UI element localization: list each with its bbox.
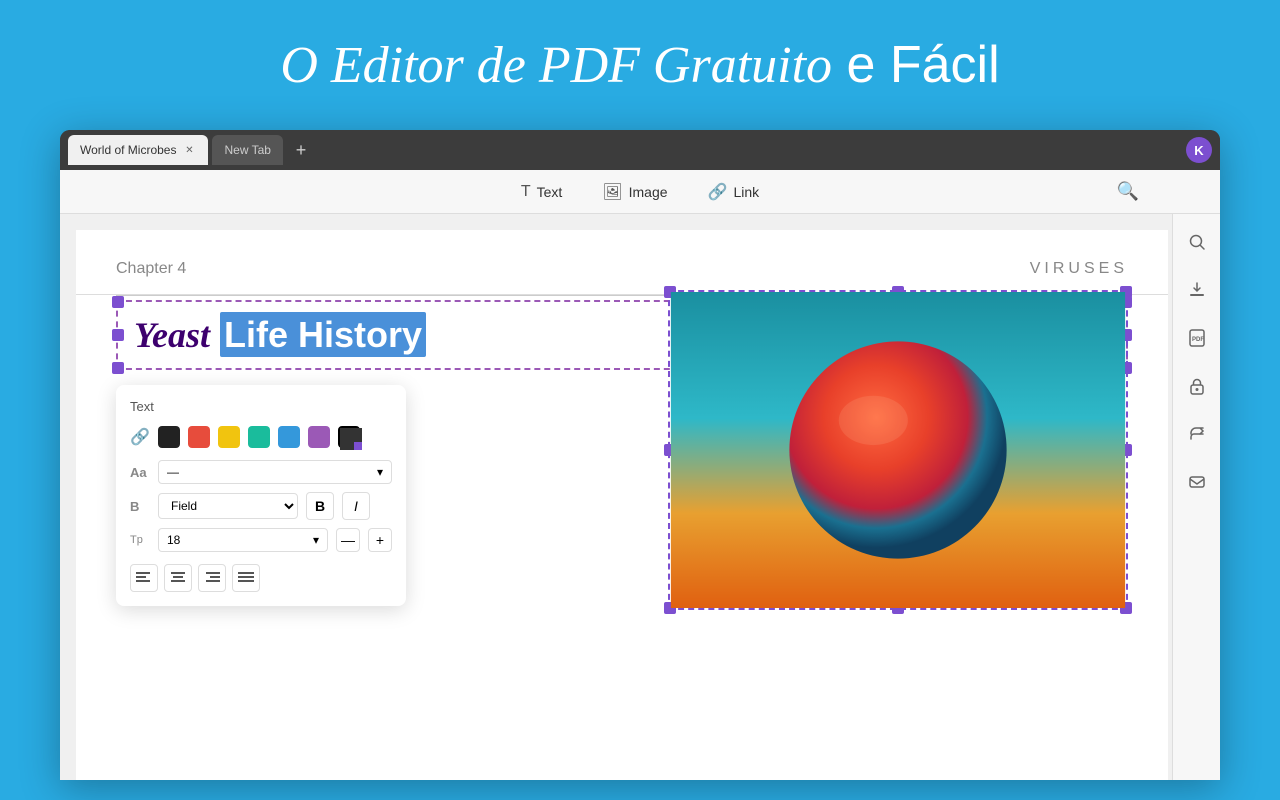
- color-custom[interactable]: [338, 426, 360, 448]
- color-red[interactable]: [188, 426, 210, 448]
- size-icon-label: Tp: [130, 534, 150, 546]
- chapter-header: Chapter 4 VIRUSES: [76, 230, 1168, 295]
- handle-bottom-left[interactable]: [112, 362, 124, 374]
- color-blue[interactable]: [278, 426, 300, 448]
- dash-label: —: [167, 465, 179, 479]
- sphere-image: [670, 292, 1126, 608]
- sidebar-mail-button[interactable]: [1181, 466, 1213, 498]
- toolbar-image-label: Image: [629, 184, 668, 200]
- toolbar-link-label: Link: [733, 184, 759, 200]
- color-row: 🔗: [130, 426, 392, 448]
- color-black[interactable]: [158, 426, 180, 448]
- toolbar-text-label: Text: [537, 184, 563, 200]
- sidebar-search-button[interactable]: [1181, 226, 1213, 258]
- align-center-icon: [170, 572, 186, 584]
- text-format-panel: Text 🔗: [116, 385, 406, 606]
- dropdown-arrow: ▾: [377, 465, 383, 479]
- align-left-icon: [136, 572, 152, 584]
- sidebar-pdf-button[interactable]: PDF: [1181, 322, 1213, 354]
- editor-toolbar: T Text 🖼 Image 🔗 Link 🔍: [60, 170, 1220, 214]
- search-icon: [1188, 233, 1206, 251]
- download-icon: [1188, 281, 1206, 299]
- size-dropdown[interactable]: 18 ▾: [158, 528, 328, 552]
- color-yellow[interactable]: [218, 426, 240, 448]
- tab-active-label: World of Microbes: [80, 143, 176, 157]
- toolbar-text-button[interactable]: T Text: [513, 179, 570, 205]
- bold-icon: B: [130, 499, 150, 514]
- font-icon-label: Aa: [130, 465, 150, 480]
- size-increase-button[interactable]: +: [368, 528, 392, 552]
- size-row: Tp 18 ▾ — +: [130, 528, 392, 552]
- image-icon: 🖼: [602, 182, 622, 202]
- color-custom-icon: [340, 428, 362, 450]
- align-right-icon: [204, 572, 220, 584]
- tab-inactive-label: New Tab: [224, 143, 270, 157]
- avatar[interactable]: K: [1186, 137, 1212, 163]
- toolbar-link-button[interactable]: 🔗 Link: [700, 178, 768, 206]
- page-header: O Editor de PDF Gratuito e Fácil: [280, 35, 999, 95]
- browser-titlebar: World of Microbes ✕ New Tab + K: [60, 130, 1220, 170]
- handle-top-left[interactable]: [112, 296, 124, 308]
- align-justify-icon: [238, 572, 254, 584]
- sidebar-share-button[interactable]: [1181, 418, 1213, 450]
- align-center-button[interactable]: [164, 564, 192, 592]
- link-style-icon[interactable]: 🔗: [130, 427, 150, 447]
- heading-cursive: Yeast: [134, 315, 210, 355]
- image-element[interactable]: [668, 290, 1128, 610]
- share-icon: [1188, 425, 1206, 443]
- tab-inactive[interactable]: New Tab: [212, 135, 282, 165]
- chapter-label: Chapter 4: [116, 260, 186, 278]
- heading-text: Yeast Life History: [134, 314, 426, 355]
- size-dropdown-arrow: ▾: [313, 533, 319, 547]
- bold-button[interactable]: B: [306, 492, 334, 520]
- align-left-button[interactable]: [130, 564, 158, 592]
- content-area: Chapter 4 VIRUSES Yeast Life History: [60, 214, 1220, 780]
- font-row: Aa — ▾: [130, 460, 392, 484]
- color-purple[interactable]: [308, 426, 330, 448]
- sidebar-lock-button[interactable]: [1181, 370, 1213, 402]
- mail-icon: [1188, 473, 1206, 491]
- link-icon: 🔗: [708, 182, 728, 202]
- handle-middle-left[interactable]: [112, 329, 124, 341]
- size-decrease-button[interactable]: —: [336, 528, 360, 552]
- right-sidebar: PDF: [1172, 214, 1220, 780]
- search-toolbar-button[interactable]: 🔍: [1112, 176, 1144, 208]
- pdf-page: Chapter 4 VIRUSES Yeast Life History: [76, 230, 1168, 780]
- italic-button[interactable]: I: [342, 492, 370, 520]
- pdf-icon: PDF: [1188, 329, 1206, 347]
- tab-active[interactable]: World of Microbes ✕: [68, 135, 208, 165]
- sphere-svg: [670, 292, 1126, 608]
- sidebar-download-button[interactable]: [1181, 274, 1213, 306]
- heading-selected: Life History: [220, 312, 426, 357]
- panel-title: Text: [130, 399, 392, 414]
- font-size-dash[interactable]: — ▾: [158, 460, 392, 484]
- bold-italic-row: B Field B I: [130, 492, 392, 520]
- align-row: [130, 564, 392, 592]
- header-normal: e Fácil: [832, 36, 1000, 94]
- browser-window: World of Microbes ✕ New Tab + K T Text 🖼…: [60, 130, 1220, 780]
- chapter-right-label: VIRUSES: [1030, 260, 1128, 278]
- tab-close-button[interactable]: ✕: [182, 143, 196, 157]
- new-tab-button[interactable]: +: [287, 136, 315, 164]
- size-value: 18: [167, 533, 180, 547]
- align-right-button[interactable]: [198, 564, 226, 592]
- header-cursive: O Editor de PDF Gratuito: [280, 37, 832, 94]
- color-teal[interactable]: [248, 426, 270, 448]
- svg-text:PDF: PDF: [1192, 337, 1204, 343]
- align-justify-button[interactable]: [232, 564, 260, 592]
- font-dropdown[interactable]: Field: [158, 493, 298, 519]
- toolbar-image-button[interactable]: 🖼 Image: [594, 178, 675, 206]
- lock-icon: [1188, 377, 1206, 395]
- text-icon: T: [521, 183, 531, 201]
